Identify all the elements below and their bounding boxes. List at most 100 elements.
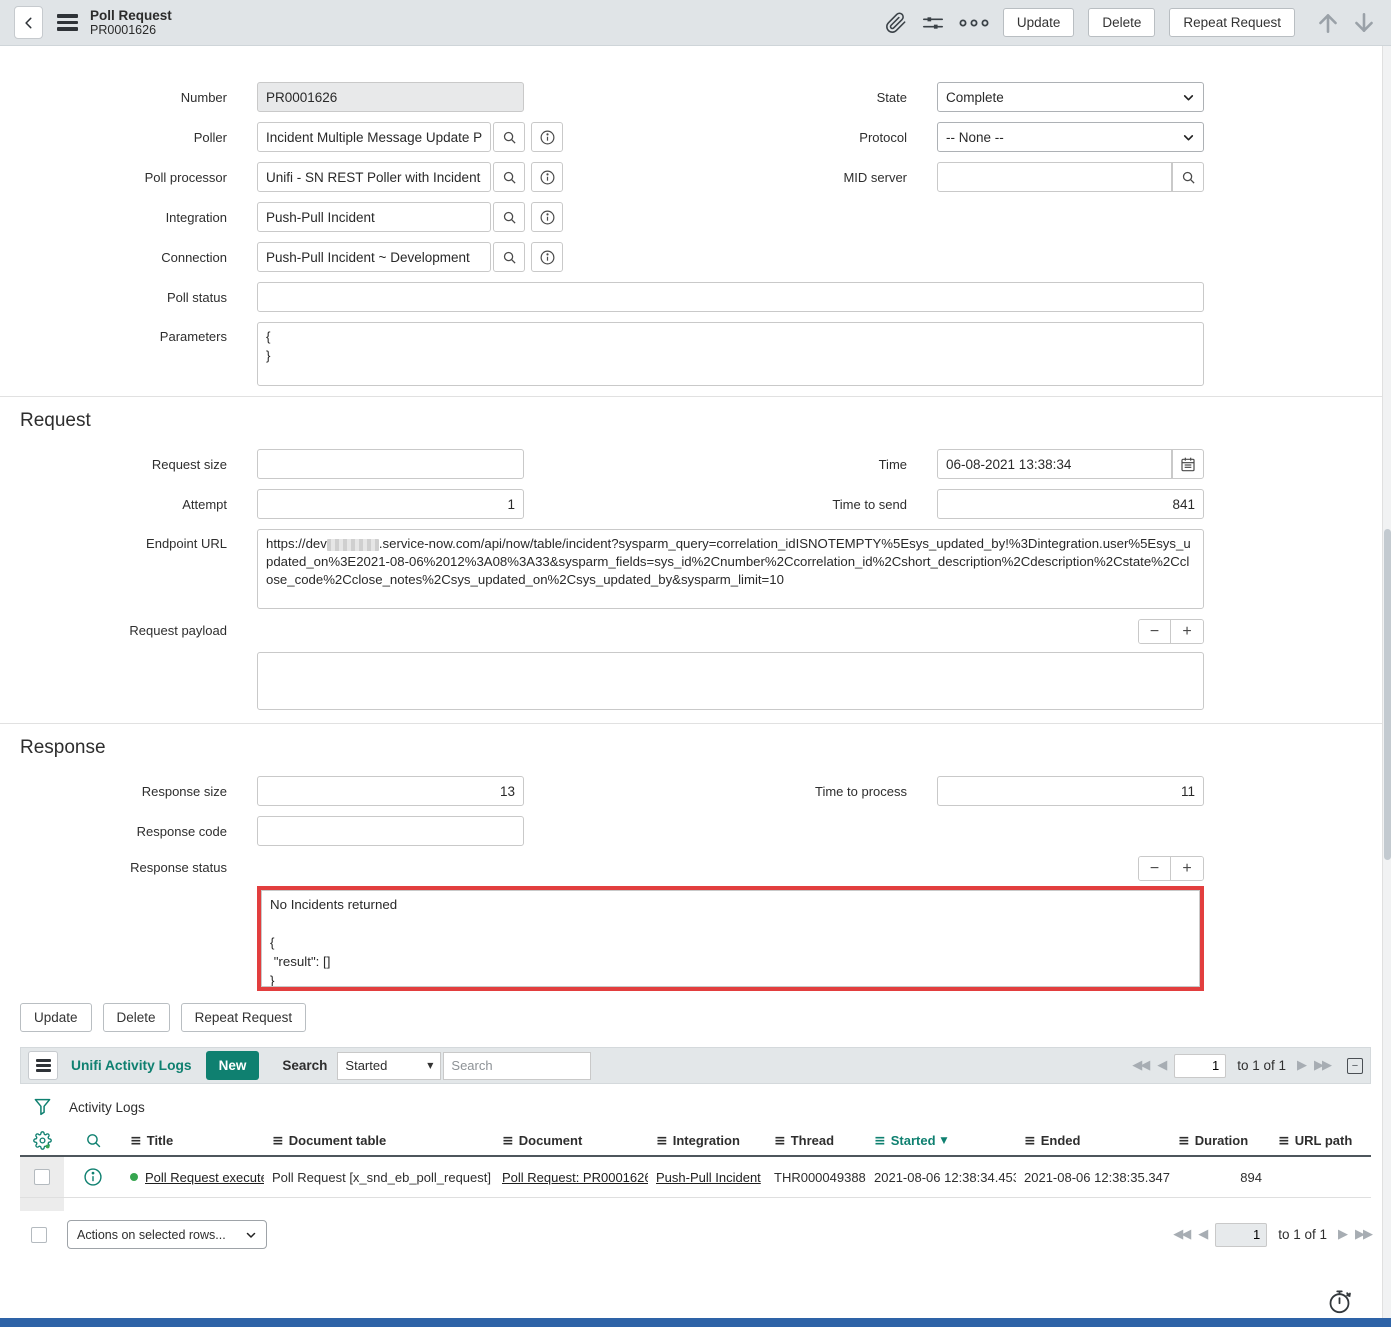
attachment-button[interactable] [885,12,907,34]
new-record-button[interactable]: New [206,1051,260,1080]
mid-server-field[interactable] [937,162,1172,192]
row-title-link[interactable]: Poll Request execute [145,1170,264,1185]
poller-lookup-button[interactable] [493,122,525,152]
column-menu-icon[interactable]: ≡ [272,1133,284,1149]
next-page-button[interactable]: ▶ [1338,1227,1346,1242]
column-header-integration[interactable]: ≡Integration [648,1126,766,1155]
row-checkbox[interactable] [34,1169,50,1185]
previous-page-button[interactable]: ◀ [1157,1058,1165,1073]
response-status-grow-button[interactable]: + [1171,857,1203,880]
column-menu-icon[interactable]: ≡ [502,1133,514,1149]
column-menu-icon[interactable]: ≡ [1278,1133,1290,1149]
list-search-input[interactable] [443,1052,591,1080]
response-status-shrink-button[interactable]: − [1139,857,1171,880]
footer-delete-button[interactable]: Delete [103,1003,170,1032]
previous-page-button[interactable]: ◀ [1198,1227,1206,1242]
delete-button[interactable]: Delete [1088,8,1155,37]
next-page-button[interactable]: ▶ [1297,1058,1305,1073]
list-context-menu-button[interactable] [28,1051,58,1080]
response-status-resize-controls: − + [257,856,1204,881]
endpoint-url-field[interactable]: https://dev.service-now.com/api/now/tabl… [257,529,1204,609]
integration-field[interactable] [257,202,491,232]
state-select[interactable]: Complete [937,82,1204,112]
poll-status-field[interactable] [257,282,1204,312]
column-header-thread[interactable]: ≡Thread [766,1126,866,1155]
number-field[interactable] [257,82,524,112]
connection-field[interactable] [257,242,491,272]
column-menu-icon[interactable]: ≡ [656,1133,668,1149]
row-info-icon[interactable] [83,1167,103,1187]
form-context-menu-icon[interactable] [57,11,78,34]
filter-funnel-icon[interactable] [33,1097,52,1118]
collapse-list-button[interactable]: − [1347,1058,1363,1074]
previous-record-button[interactable] [1315,10,1341,36]
vertical-scrollbar[interactable] [1382,46,1391,1318]
response-time-stopwatch-icon[interactable] [1326,1288,1353,1315]
column-header-duration[interactable]: ≡Duration [1170,1126,1270,1155]
personalize-form-button[interactable] [921,12,945,34]
response-section: Response Response size Time to process R… [0,724,1391,991]
update-button[interactable]: Update [1003,8,1075,37]
column-header-document-table[interactable]: ≡Document table [264,1126,494,1155]
breadcrumb-label[interactable]: Activity Logs [69,1100,145,1115]
column-menu-icon[interactable]: ≡ [774,1133,786,1149]
column-header-ended[interactable]: ≡Ended [1016,1126,1170,1155]
scrollbar-thumb[interactable] [1384,529,1391,860]
time-calendar-button[interactable] [1172,449,1204,479]
attempt-field[interactable] [257,489,524,519]
connection-preview-button[interactable] [531,242,563,272]
back-button[interactable] [14,6,43,39]
last-page-button[interactable]: ▶▶ [1314,1058,1330,1073]
column-header-started[interactable]: ≡Started▼ [866,1126,1016,1155]
row-integration-link[interactable]: Push-Pull Incident [656,1170,761,1185]
parameters-field[interactable]: { } [257,322,1204,386]
column-header-document[interactable]: ≡Document [494,1126,648,1155]
column-header-title[interactable]: ≡Title [122,1126,264,1155]
time-field[interactable] [937,449,1172,479]
column-menu-icon[interactable]: ≡ [1178,1133,1190,1149]
list-search-icon[interactable] [85,1132,102,1149]
response-status-field[interactable]: No Incidents returned { "result": [] } [261,890,1200,987]
poller-field[interactable] [257,122,491,152]
first-page-button[interactable]: ◀◀ [1173,1227,1189,1242]
integration-lookup-button[interactable] [493,202,525,232]
repeat-request-button[interactable]: Repeat Request [1169,8,1295,37]
row-document-link[interactable]: Poll Request: PR0001626 [502,1170,648,1185]
column-menu-icon[interactable]: ≡ [1024,1133,1036,1149]
poll-processor-preview-button[interactable] [531,162,563,192]
mid-server-lookup-button[interactable] [1172,162,1204,192]
list-title[interactable]: Unifi Activity Logs [71,1058,192,1073]
poll-processor-field[interactable] [257,162,491,192]
page-number-input[interactable] [1174,1054,1226,1078]
page-number-input[interactable] [1215,1223,1267,1247]
column-menu-icon[interactable]: ≡ [130,1133,142,1149]
next-record-button[interactable] [1351,10,1377,36]
integration-preview-button[interactable] [531,202,563,232]
poll-processor-lookup-button[interactable] [493,162,525,192]
response-size-field[interactable] [257,776,524,806]
search-column-select[interactable]: Started ▼ [337,1052,441,1080]
column-header-url-path[interactable]: ≡URL path [1270,1126,1371,1155]
actions-on-selected-rows-select[interactable]: Actions on selected rows... [67,1220,267,1249]
protocol-select[interactable]: -- None -- [937,122,1204,152]
last-page-button[interactable]: ▶▶ [1355,1227,1371,1242]
connection-lookup-button[interactable] [493,242,525,272]
time-to-send-field[interactable] [937,489,1204,519]
poller-preview-button[interactable] [531,122,563,152]
chevron-down-icon [1182,131,1195,144]
request-size-field[interactable] [257,449,524,479]
time-to-process-field[interactable] [937,776,1204,806]
list-personalize-gear-icon[interactable] [33,1131,52,1150]
footer-update-button[interactable]: Update [20,1003,92,1032]
response-code-field[interactable] [257,816,524,846]
more-options-button[interactable] [959,17,989,29]
request-payload-shrink-button[interactable]: − [1139,620,1171,643]
column-menu-icon[interactable]: ≡ [874,1133,886,1149]
chevron-down-icon [245,1229,257,1241]
footer-repeat-request-button[interactable]: Repeat Request [181,1003,307,1032]
endpoint-url-prefix: https://dev [266,536,327,551]
request-payload-grow-button[interactable]: + [1171,620,1203,643]
select-all-checkbox[interactable] [31,1227,47,1243]
request-payload-field[interactable] [257,652,1204,710]
first-page-button[interactable]: ◀◀ [1132,1058,1148,1073]
